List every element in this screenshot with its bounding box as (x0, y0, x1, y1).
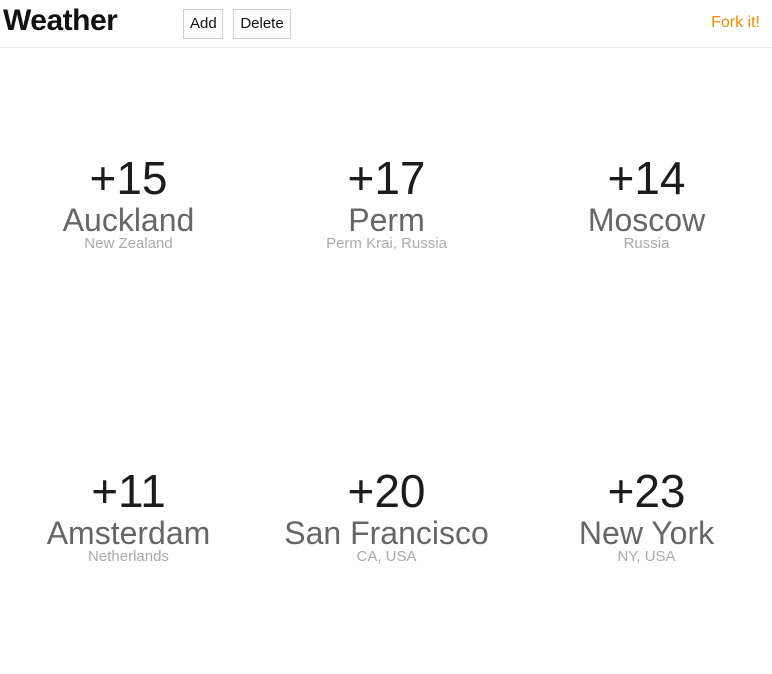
city-region: New Zealand (84, 235, 173, 252)
city-name: New York (578, 515, 715, 551)
city-card-new-york[interactable]: +23 New York NY, USA (518, 465, 772, 566)
temperature: +23 (607, 465, 686, 517)
city-name: Moscow (587, 202, 706, 238)
city-region: Russia (623, 235, 670, 252)
temperature: +14 (607, 152, 686, 204)
temperature: +11 (91, 465, 166, 517)
delete-button[interactable]: Delete (233, 9, 291, 39)
city-region: Perm Krai, Russia (326, 235, 447, 252)
city-card-san-francisco[interactable]: +20 San Francisco CA, USA (258, 465, 515, 566)
city-card-auckland[interactable]: +15 Auckland New Zealand (0, 152, 257, 253)
city-card-perm[interactable]: +17 Perm Perm Krai, Russia (258, 152, 515, 253)
app-title: Weather (3, 4, 118, 37)
temperature: +20 (347, 465, 426, 517)
city-card-moscow[interactable]: +14 Moscow Russia (518, 152, 772, 253)
city-region: NY, USA (617, 548, 676, 565)
city-name: San Francisco (284, 515, 489, 551)
temperature: +17 (347, 152, 426, 204)
city-name: Perm (348, 202, 425, 238)
city-card-amsterdam[interactable]: +11 Amsterdam Netherlands (0, 465, 257, 566)
city-region: Netherlands (88, 548, 169, 565)
fork-link[interactable]: Fork it! (711, 14, 760, 32)
city-name: Auckland (62, 202, 195, 238)
app-header: Weather Add Delete Fork it! (0, 0, 772, 48)
add-button[interactable]: Add (183, 9, 223, 39)
temperature: +15 (89, 152, 168, 204)
city-name: Amsterdam (46, 515, 211, 551)
city-grid: +15 Auckland New Zealand +17 Perm Perm K… (0, 48, 772, 674)
